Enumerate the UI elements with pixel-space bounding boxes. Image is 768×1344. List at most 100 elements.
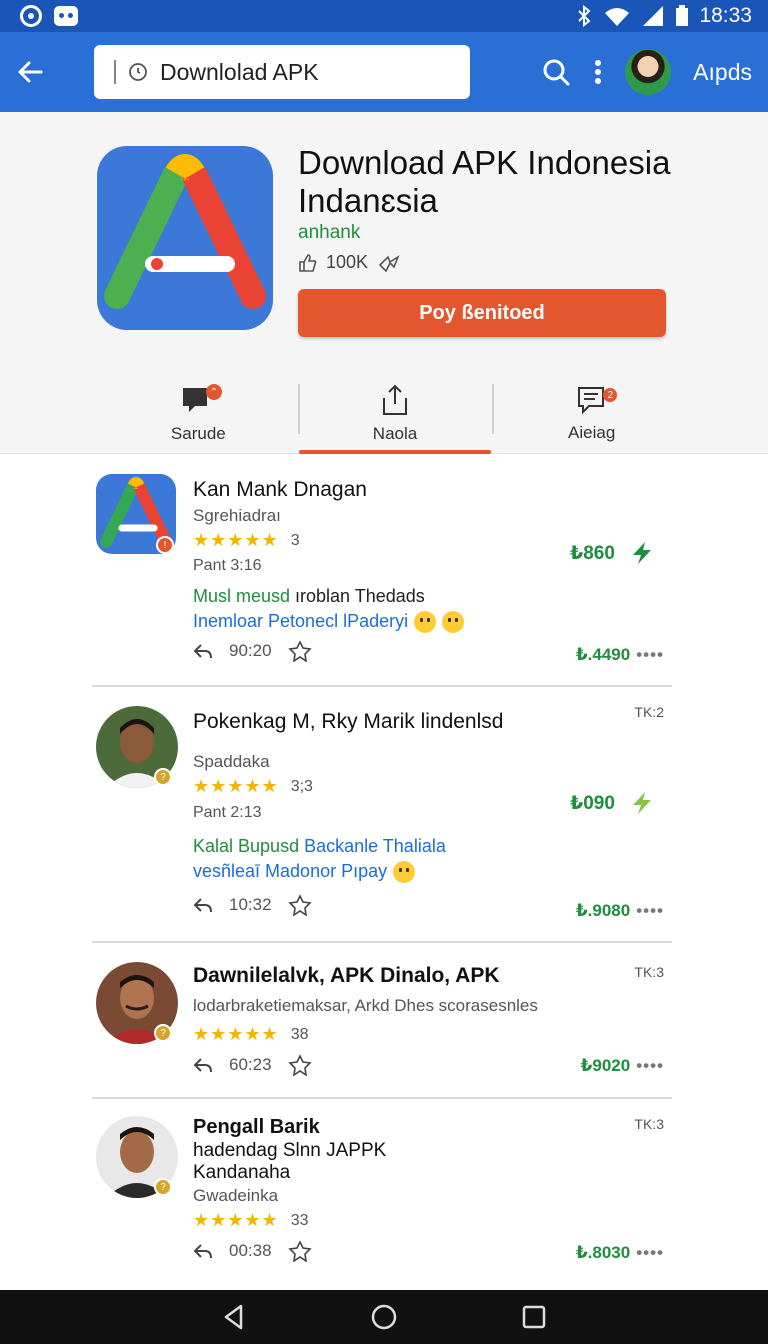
desc-highlight: Musl meusd bbox=[193, 586, 291, 606]
wifi-icon bbox=[605, 8, 630, 26]
search-text: Downlolad APK bbox=[160, 58, 319, 85]
recents-nav-icon[interactable] bbox=[521, 1304, 547, 1330]
rating-stars: ★★★★★ 38 bbox=[193, 1024, 309, 1044]
desc-link[interactable]: vesñleaī Madonor Pıpay bbox=[193, 861, 387, 881]
star-outline-icon[interactable] bbox=[287, 1240, 312, 1262]
item-time: 00:38 bbox=[229, 1241, 272, 1260]
more-dots-icon[interactable]: •••• bbox=[636, 901, 664, 921]
price-value: ₺090 bbox=[570, 792, 615, 814]
item-title: Pengall Barik bbox=[193, 1116, 320, 1138]
item-price-secondary: ₺.8030 •••• bbox=[576, 1243, 664, 1263]
clock-icon bbox=[129, 63, 147, 81]
price-value: ₺860 bbox=[570, 542, 615, 564]
price-secondary-value: ₺.4490 bbox=[575, 645, 631, 664]
tab-label: Aieiag bbox=[568, 423, 616, 442]
desc-highlight: Kalal Bupusd bbox=[193, 836, 300, 856]
status-badge: ! bbox=[156, 536, 174, 554]
install-button[interactable]: Poy ßenitoed bbox=[298, 289, 666, 337]
user-name[interactable]: Aıpds bbox=[693, 59, 752, 86]
text-cursor bbox=[114, 60, 116, 84]
emoji-icon bbox=[442, 611, 465, 634]
more-dots-icon[interactable]: •••• bbox=[636, 1056, 664, 1076]
item-tag: TK:3 bbox=[634, 964, 664, 980]
desc-text: ıroblan Thedads bbox=[290, 586, 425, 606]
app-stats: 100K bbox=[298, 252, 402, 273]
more-dots-icon[interactable]: •••• bbox=[636, 645, 664, 665]
item-price-secondary: ₺.4490 •••• bbox=[576, 645, 664, 665]
notification-badge: 2 bbox=[603, 388, 618, 402]
item-subtitle: Gwadeinka bbox=[193, 1186, 279, 1205]
developer-name[interactable]: anhank bbox=[298, 222, 360, 244]
divider bbox=[92, 1097, 672, 1099]
item-line2: hadendag Slnn JAPPK bbox=[193, 1140, 387, 1161]
star-outline-icon[interactable] bbox=[287, 640, 312, 662]
share-icon[interactable] bbox=[376, 253, 402, 273]
reply-icon[interactable] bbox=[193, 1056, 213, 1074]
star-outline-icon[interactable] bbox=[287, 894, 312, 916]
divider bbox=[92, 941, 672, 943]
more-dots-icon[interactable]: •••• bbox=[636, 1243, 664, 1263]
flash-icon[interactable] bbox=[629, 540, 655, 566]
search-icon[interactable] bbox=[541, 57, 571, 87]
verified-badge: ? bbox=[154, 1178, 172, 1196]
item-price-secondary: ₺.9080 •••• bbox=[576, 901, 664, 921]
reply-icon[interactable] bbox=[193, 642, 213, 660]
back-arrow-icon bbox=[18, 61, 43, 83]
tab-sarude[interactable]: ⌃ Sarude bbox=[100, 374, 297, 454]
desc-link[interactable]: Inemloar Petonecl lPaderyi bbox=[193, 611, 408, 631]
rating-count: 3 bbox=[290, 531, 300, 549]
item-subtitle: Spaddaka bbox=[193, 752, 270, 771]
tab-naola[interactable]: Naola bbox=[297, 374, 494, 454]
system-nav-bar bbox=[0, 1290, 768, 1344]
item-description: Kalal Bupusd Backanle Thaliala vesñleaī … bbox=[193, 834, 446, 884]
home-nav-icon[interactable] bbox=[370, 1303, 398, 1331]
tab-label: Sarude bbox=[170, 424, 226, 443]
item-actions: 60:23 bbox=[193, 1054, 312, 1076]
price-secondary-value: ₺.8030 bbox=[575, 1243, 631, 1262]
flash-icon[interactable] bbox=[629, 790, 655, 816]
rating-stars: ★★★★★ 3 bbox=[193, 530, 300, 550]
item-title: Kan Mank Dnagan bbox=[193, 478, 367, 501]
verified-badge: ? bbox=[154, 1024, 172, 1042]
item-description: Musl meusd ıroblan Thedads Inemloar Peto… bbox=[193, 584, 465, 634]
app-header-section: Download APK Indonesia Indanɛsia anhank … bbox=[0, 112, 768, 454]
reply-icon[interactable] bbox=[193, 1242, 213, 1260]
thumbs-up-icon bbox=[299, 253, 317, 272]
app-bar: Downlolad APK Aıpds bbox=[0, 32, 768, 112]
status-time: 18:33 bbox=[699, 4, 752, 27]
sync-icon bbox=[20, 5, 42, 27]
status-bar: 18:33 bbox=[0, 0, 768, 32]
tab-aieiag[interactable]: 2 Aieiag bbox=[493, 374, 690, 454]
rating-count: 3;3 bbox=[290, 777, 313, 795]
rating-count: 33 bbox=[290, 1211, 309, 1229]
emoji-icon bbox=[414, 611, 437, 634]
item-subtitle: lodarbraketiemaksar, Arkd Dhes scorasesn… bbox=[193, 996, 538, 1015]
reply-icon[interactable] bbox=[193, 896, 213, 914]
back-button[interactable] bbox=[0, 32, 60, 112]
download-count: 100K bbox=[326, 252, 369, 272]
item-title: Pokenkag M, Rky Marik lindenlsd bbox=[193, 710, 504, 733]
item-time: 60:23 bbox=[229, 1055, 272, 1074]
desc-text: Backanle Thaliala bbox=[299, 836, 446, 856]
app-title: Download APK Indonesia Indanɛsia bbox=[298, 144, 671, 219]
tab-label: Naola bbox=[372, 424, 418, 443]
item-date: Pant 3:16 bbox=[193, 557, 262, 574]
divider bbox=[92, 685, 672, 687]
item-price: ₺090 bbox=[570, 790, 655, 816]
star-outline-icon[interactable] bbox=[287, 1054, 312, 1076]
message-icon bbox=[577, 387, 604, 415]
item-price-secondary: ₺9020 •••• bbox=[581, 1056, 664, 1076]
search-input[interactable]: Downlolad APK bbox=[94, 45, 470, 99]
item-actions: 10:32 bbox=[193, 894, 312, 916]
item-title: Dawnilelalvk, APK Dinalo, APK bbox=[193, 964, 500, 987]
item-date: Pant 2:13 bbox=[193, 804, 262, 821]
signal-icon bbox=[643, 6, 664, 26]
user-avatar[interactable] bbox=[625, 49, 672, 95]
bluetooth-icon bbox=[578, 5, 591, 27]
app-notification-icon bbox=[54, 6, 78, 26]
back-nav-icon[interactable] bbox=[221, 1303, 247, 1331]
tab-bar: ⌃ Sarude Naola 2 Aieiag bbox=[100, 374, 690, 454]
more-vert-icon[interactable] bbox=[593, 57, 603, 87]
item-actions: 00:38 bbox=[193, 1240, 312, 1262]
rating-stars: ★★★★★ 3;3 bbox=[193, 776, 313, 796]
